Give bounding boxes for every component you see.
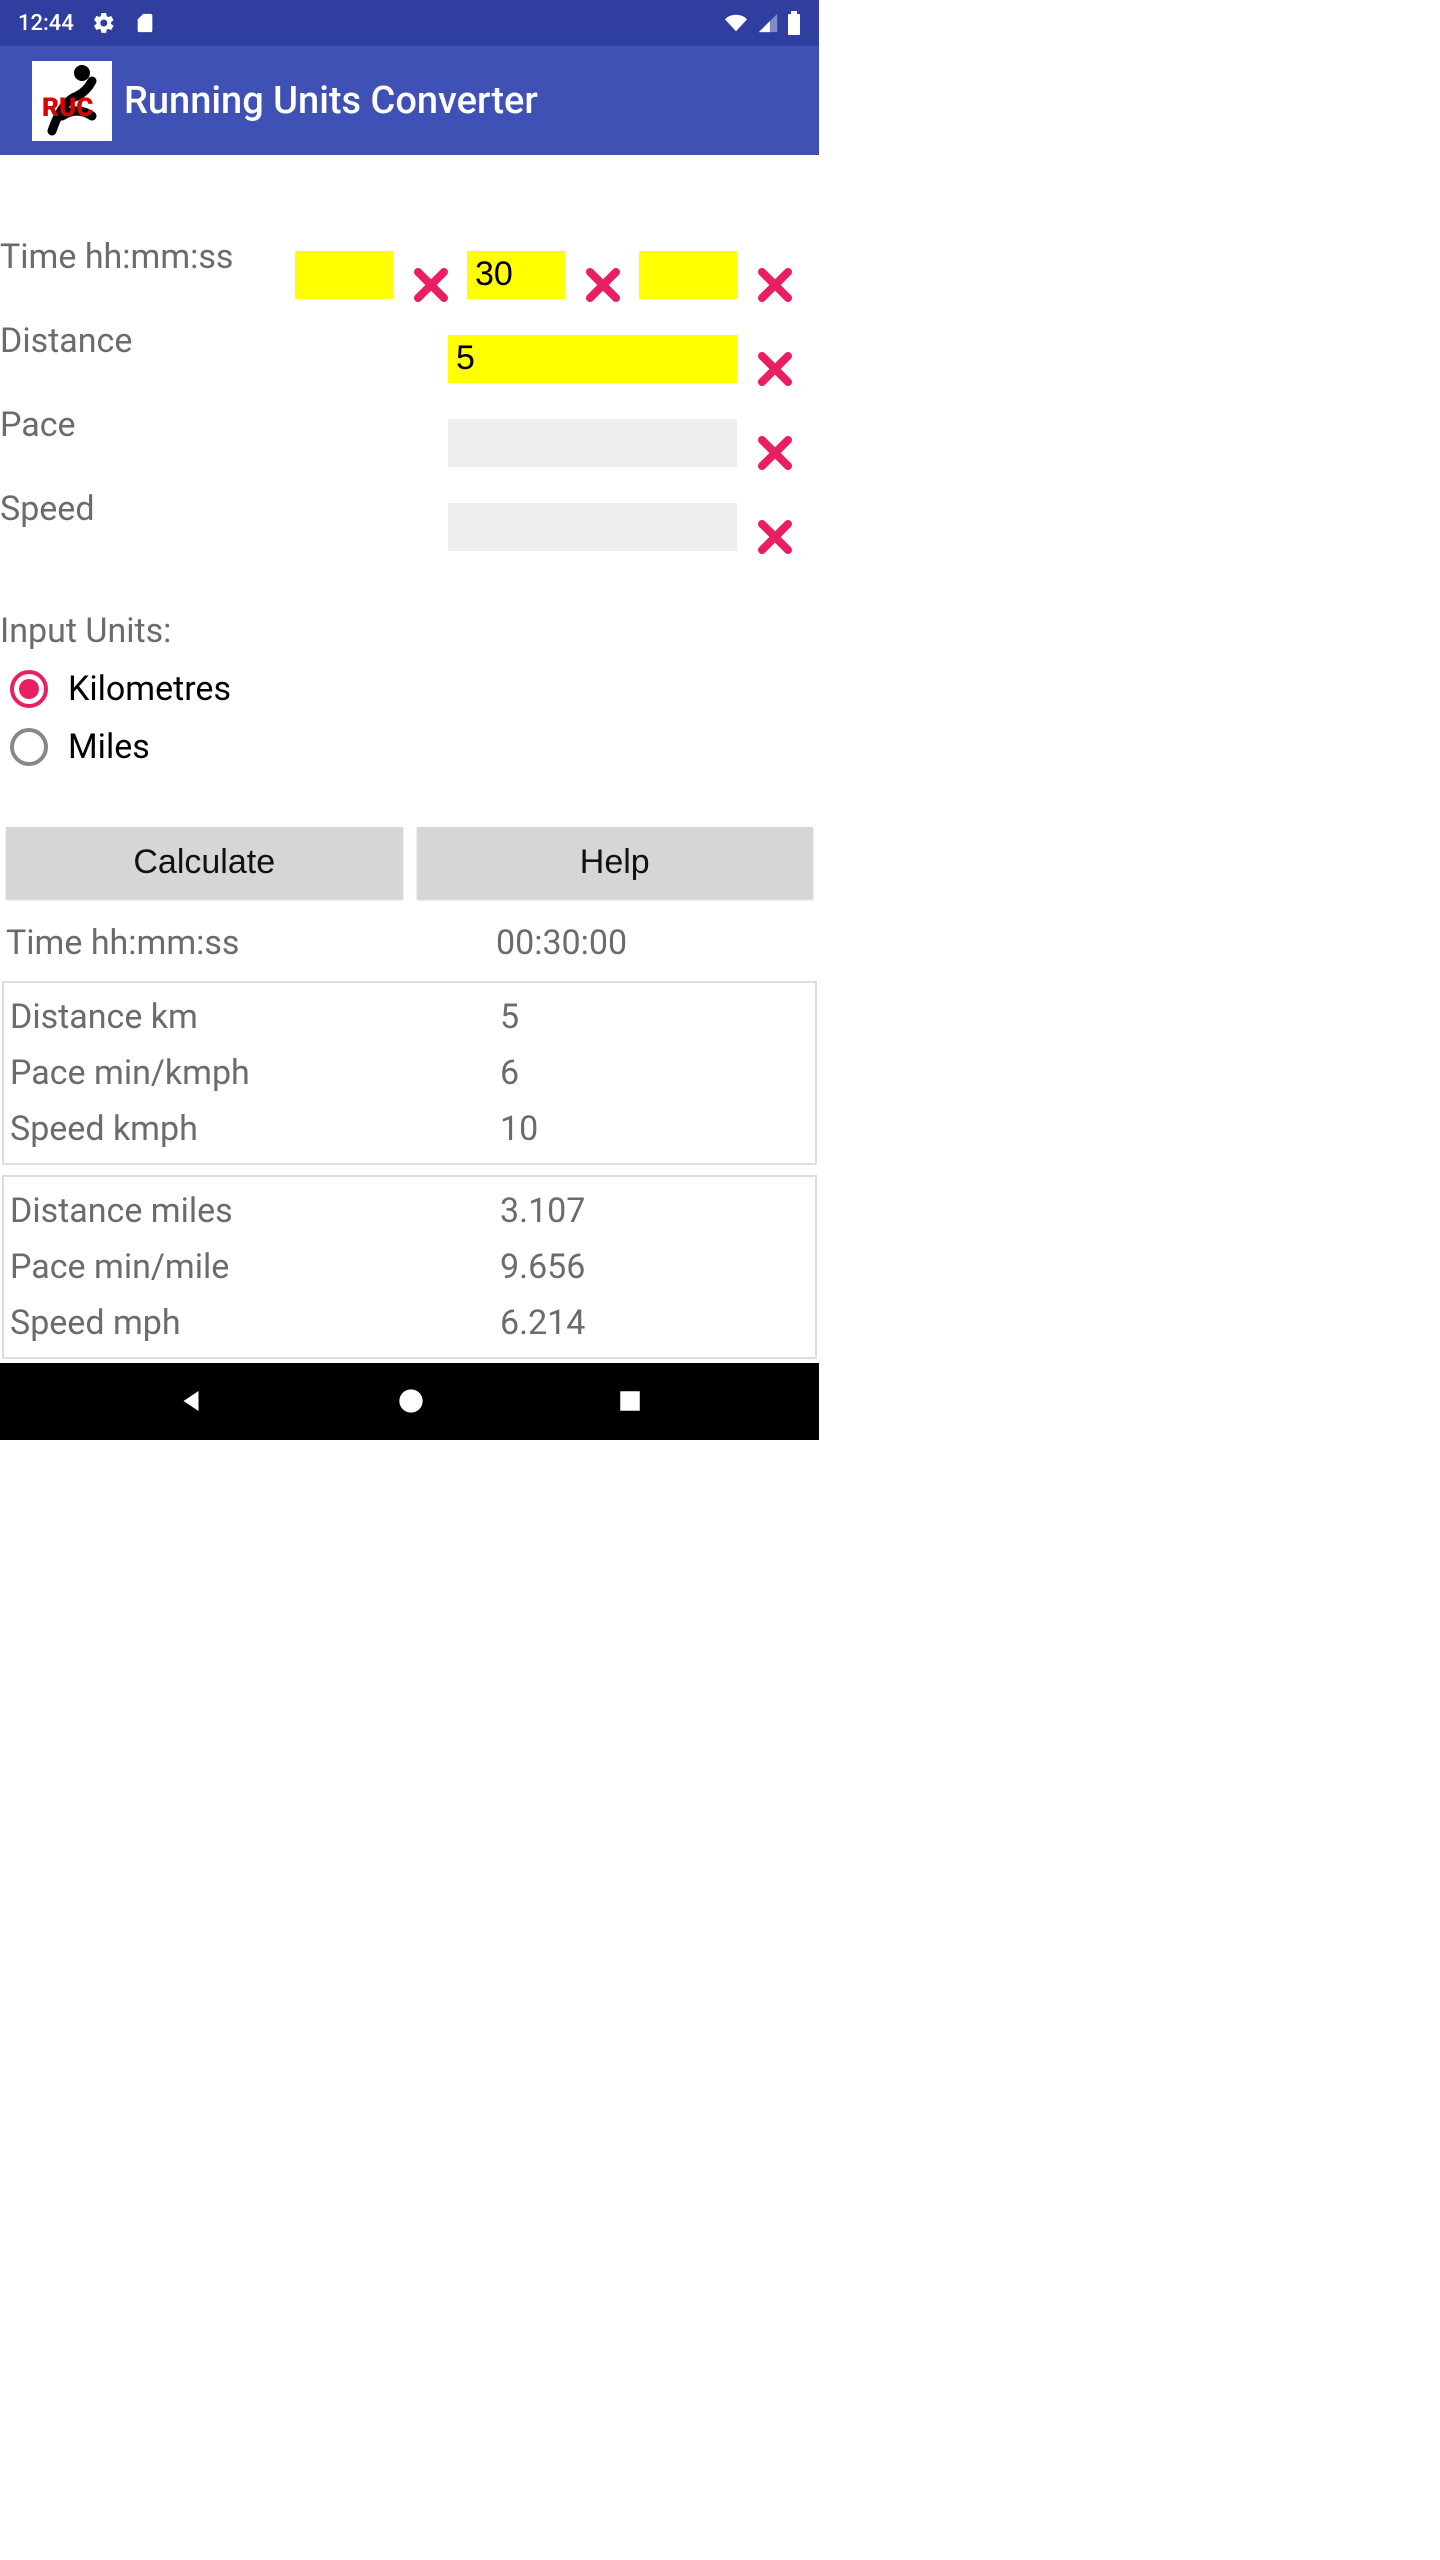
result-time-label: Time hh:mm:ss — [6, 923, 496, 963]
radio-label-mi: Miles — [68, 727, 150, 767]
clear-pace-icon[interactable] — [757, 435, 795, 473]
result-km-speed-label: Speed kmph — [10, 1109, 500, 1149]
result-km-distance: 5 — [500, 997, 519, 1037]
result-time-value: 00:30:00 — [496, 923, 627, 963]
result-mi-pace-label: Pace min/mile — [10, 1247, 500, 1287]
pace-input[interactable] — [448, 419, 737, 467]
result-mi-distance: 3.107 — [500, 1191, 585, 1231]
time-label: Time hh:mm:ss — [0, 237, 295, 277]
wifi-icon — [723, 12, 749, 34]
app-logo-icon: RUC — [32, 61, 112, 141]
time-row: Time hh:mm:ss — [0, 215, 819, 299]
main-content: Time hh:mm:ss Distance Pace — [0, 155, 819, 1363]
radio-icon-unchecked — [10, 728, 48, 766]
time-hh-input[interactable] — [295, 251, 393, 299]
cell-signal-icon — [757, 12, 779, 34]
speed-input[interactable] — [448, 503, 737, 551]
status-bar: 12:44 — [0, 0, 819, 46]
battery-icon — [787, 11, 801, 35]
clear-distance-icon[interactable] — [757, 351, 795, 389]
clear-hh-icon[interactable] — [413, 267, 451, 305]
clear-speed-icon[interactable] — [757, 519, 795, 557]
radio-miles[interactable]: Miles — [0, 727, 819, 767]
input-units-label: Input Units: — [0, 611, 819, 651]
nav-recent-icon[interactable] — [617, 1388, 643, 1414]
nav-bar — [0, 1363, 819, 1440]
result-mi-distance-label: Distance miles — [10, 1191, 500, 1231]
app-bar: RUC Running Units Converter — [0, 46, 819, 154]
svg-text:RUC: RUC — [42, 93, 93, 123]
help-button[interactable]: Help — [417, 827, 814, 899]
result-km-box: Distance km 5 Pace min/kmph 6 Speed kmph… — [2, 981, 817, 1165]
clear-mm-icon[interactable] — [585, 267, 623, 305]
pace-label: Pace — [0, 405, 335, 445]
result-mi-speed-label: Speed mph — [10, 1303, 500, 1343]
result-mi-speed: 6.214 — [500, 1303, 585, 1343]
time-mm-input[interactable] — [467, 251, 565, 299]
result-mi-pace: 9.656 — [500, 1247, 585, 1287]
radio-label-km: Kilometres — [68, 669, 231, 709]
speed-row: Speed — [0, 467, 819, 551]
radio-kilometres[interactable]: Kilometres — [0, 669, 819, 709]
distance-row: Distance — [0, 299, 819, 383]
result-mi-box: Distance miles 3.107 Pace min/mile 9.656… — [2, 1175, 817, 1359]
distance-input[interactable] — [448, 335, 737, 383]
sd-card-icon — [134, 12, 156, 34]
result-km-pace-label: Pace min/kmph — [10, 1053, 500, 1093]
result-km-pace: 6 — [500, 1053, 519, 1093]
result-km-speed: 10 — [500, 1109, 538, 1149]
page-title: Running Units Converter — [124, 79, 538, 123]
calculate-button[interactable]: Calculate — [6, 827, 403, 899]
radio-icon-checked — [10, 670, 48, 708]
nav-home-icon[interactable] — [397, 1387, 425, 1415]
speed-label: Speed — [0, 489, 335, 529]
pace-row: Pace — [0, 383, 819, 467]
status-time: 12:44 — [18, 11, 74, 36]
result-km-distance-label: Distance km — [10, 997, 500, 1037]
nav-back-icon[interactable] — [176, 1386, 206, 1416]
distance-label: Distance — [0, 321, 335, 361]
clear-ss-icon[interactable] — [757, 267, 795, 305]
time-ss-input[interactable] — [639, 251, 737, 299]
settings-icon — [92, 11, 116, 35]
